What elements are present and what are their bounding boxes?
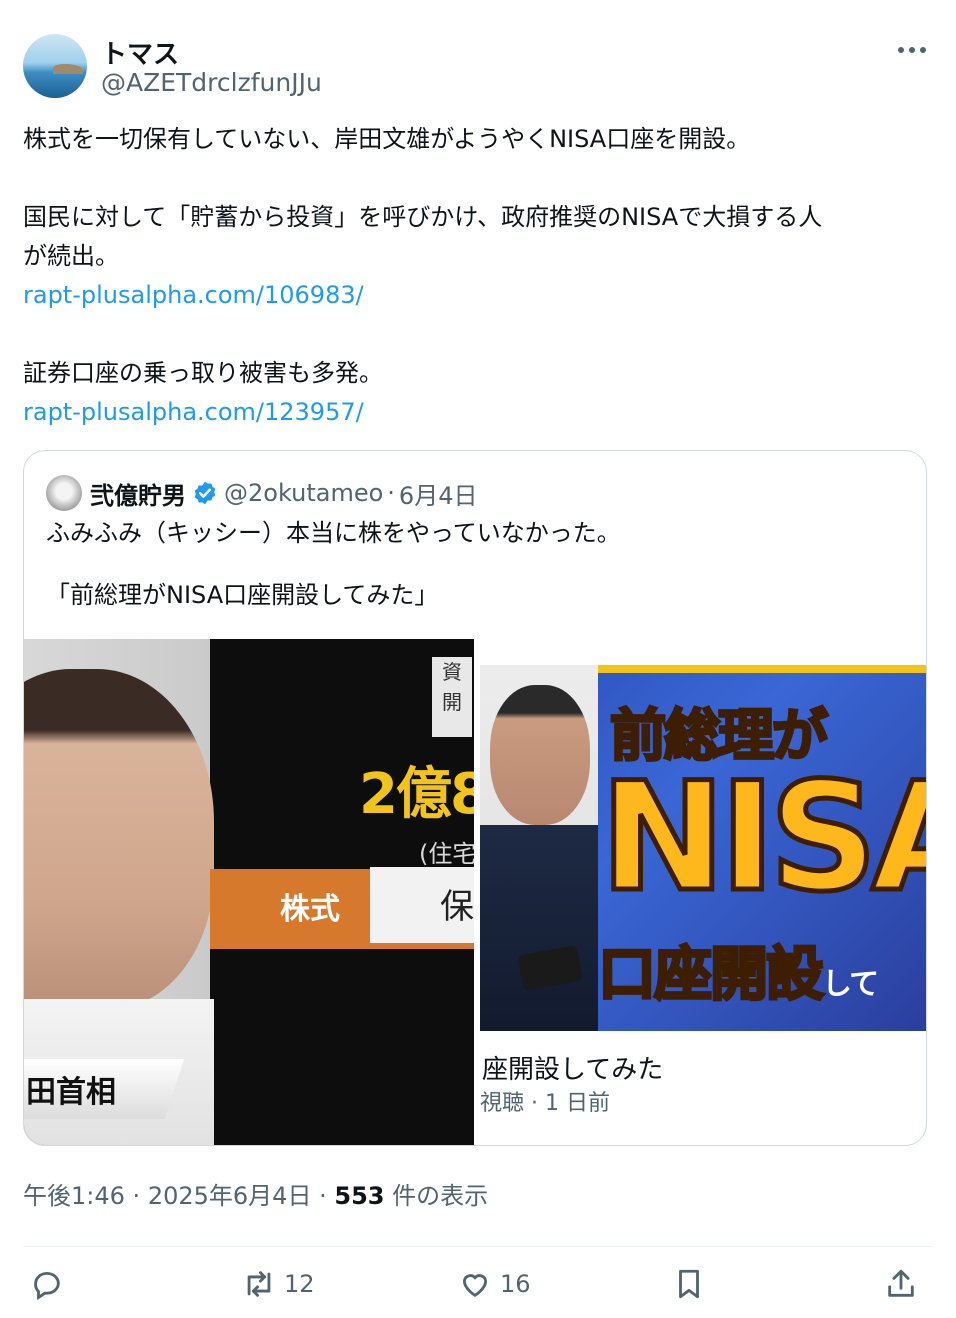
- image-label-box: 資開: [432, 657, 472, 737]
- bookmark-button[interactable]: [672, 1264, 706, 1304]
- image-amount-text: 2億8: [359, 762, 474, 827]
- quoted-author-name[interactable]: 弐億貯男: [90, 476, 186, 511]
- tweet-time[interactable]: 午後1:46: [23, 1182, 125, 1210]
- tweet-paragraph: 株式を一切保有していない、岸田文雄がようやくNISA口座を開設。: [23, 125, 751, 153]
- author-handle[interactable]: @AZETdrclzfunJJu: [101, 68, 322, 97]
- image-band-label: 株式: [280, 892, 340, 927]
- like-button[interactable]: 16: [458, 1264, 531, 1304]
- image-band-value-box: 保: [370, 867, 474, 943]
- quoted-author-handle[interactable]: @2okutameo: [224, 479, 383, 507]
- bookmark-icon: [679, 1269, 699, 1299]
- separator: ·: [387, 479, 395, 507]
- thumbnail-title-main: NISA: [597, 751, 926, 925]
- image-band-value: 保: [440, 887, 474, 927]
- quoted-tweet-card[interactable]: 弐億貯男 @2okutameo · 6月4日 ふみふみ（キッシー）本当に株をやっ…: [23, 450, 927, 1146]
- video-caption[interactable]: 座開設してみた: [482, 1049, 663, 1086]
- quoted-media-video-thumbnail[interactable]: 前総理が NISA 口座開設して: [480, 665, 926, 1031]
- quoted-tweet-header: 弐億貯男 @2okutameo · 6月4日: [46, 475, 477, 511]
- like-count: 16: [500, 1270, 531, 1298]
- image-sub-text: (住宅: [419, 840, 474, 868]
- reply-button[interactable]: [30, 1264, 64, 1304]
- retweet-button[interactable]: 12: [242, 1264, 315, 1304]
- tweet-paragraph: 証券口座の乗っ取り被害も多発。: [23, 359, 383, 387]
- quoted-text-line: ふみふみ（キッシー）本当に株をやっていなかった。: [46, 519, 621, 547]
- share-button[interactable]: [884, 1264, 918, 1304]
- quoted-text-line: 「前総理がNISA口座開設してみた」: [46, 581, 439, 609]
- quoted-tweet-text: ふみふみ（キッシー）本当に株をやっていなかった。 「前総理がNISA口座開設して…: [46, 517, 906, 611]
- heart-icon: [462, 1274, 488, 1297]
- tweet-timestamp: 午後1:46 · 2025年6月4日 · 553 件の表示: [23, 1182, 489, 1210]
- quoted-author-avatar[interactable]: [46, 475, 82, 511]
- retweet-count: 12: [284, 1270, 315, 1298]
- tweet-link[interactable]: rapt-plusalpha.com/123957/: [23, 393, 933, 432]
- divider: [23, 1246, 933, 1247]
- image-name-tag-text: 田首相: [26, 1075, 116, 1110]
- view-count: 553: [334, 1182, 385, 1210]
- quoted-media-left-image[interactable]: 資開 2億8 (住宅 株式 保 田首相: [24, 639, 474, 1145]
- view-count-label: 件の表示: [392, 1182, 489, 1210]
- quoted-tweet-date[interactable]: 6月4日: [399, 476, 478, 511]
- more-options-icon[interactable]: [892, 38, 932, 62]
- reply-icon: [34, 1271, 60, 1301]
- tweet-link[interactable]: rapt-plusalpha.com/106983/: [23, 276, 933, 315]
- tweet-paragraph: 国民に対して「貯蓄から投資」を呼びかけ、政府推奨のNISAで大損する人: [23, 203, 823, 231]
- tweet-date[interactable]: 2025年6月4日: [148, 1182, 312, 1210]
- author-display-name[interactable]: トマス: [101, 34, 179, 71]
- verified-badge-icon: [192, 480, 218, 506]
- tweet-paragraph: が続出。: [23, 242, 119, 270]
- share-icon: [888, 1269, 914, 1297]
- thumbnail-title-bottom: 口座開設して: [596, 939, 879, 1010]
- author-avatar[interactable]: [23, 34, 87, 98]
- tweet-body: 株式を一切保有していない、岸田文雄がようやくNISA口座を開設。 国民に対して「…: [23, 120, 933, 432]
- video-meta: 視聴 · 1 日前: [480, 1091, 610, 1116]
- retweet-icon: [247, 1271, 271, 1297]
- thumbnail-person: [480, 665, 598, 1031]
